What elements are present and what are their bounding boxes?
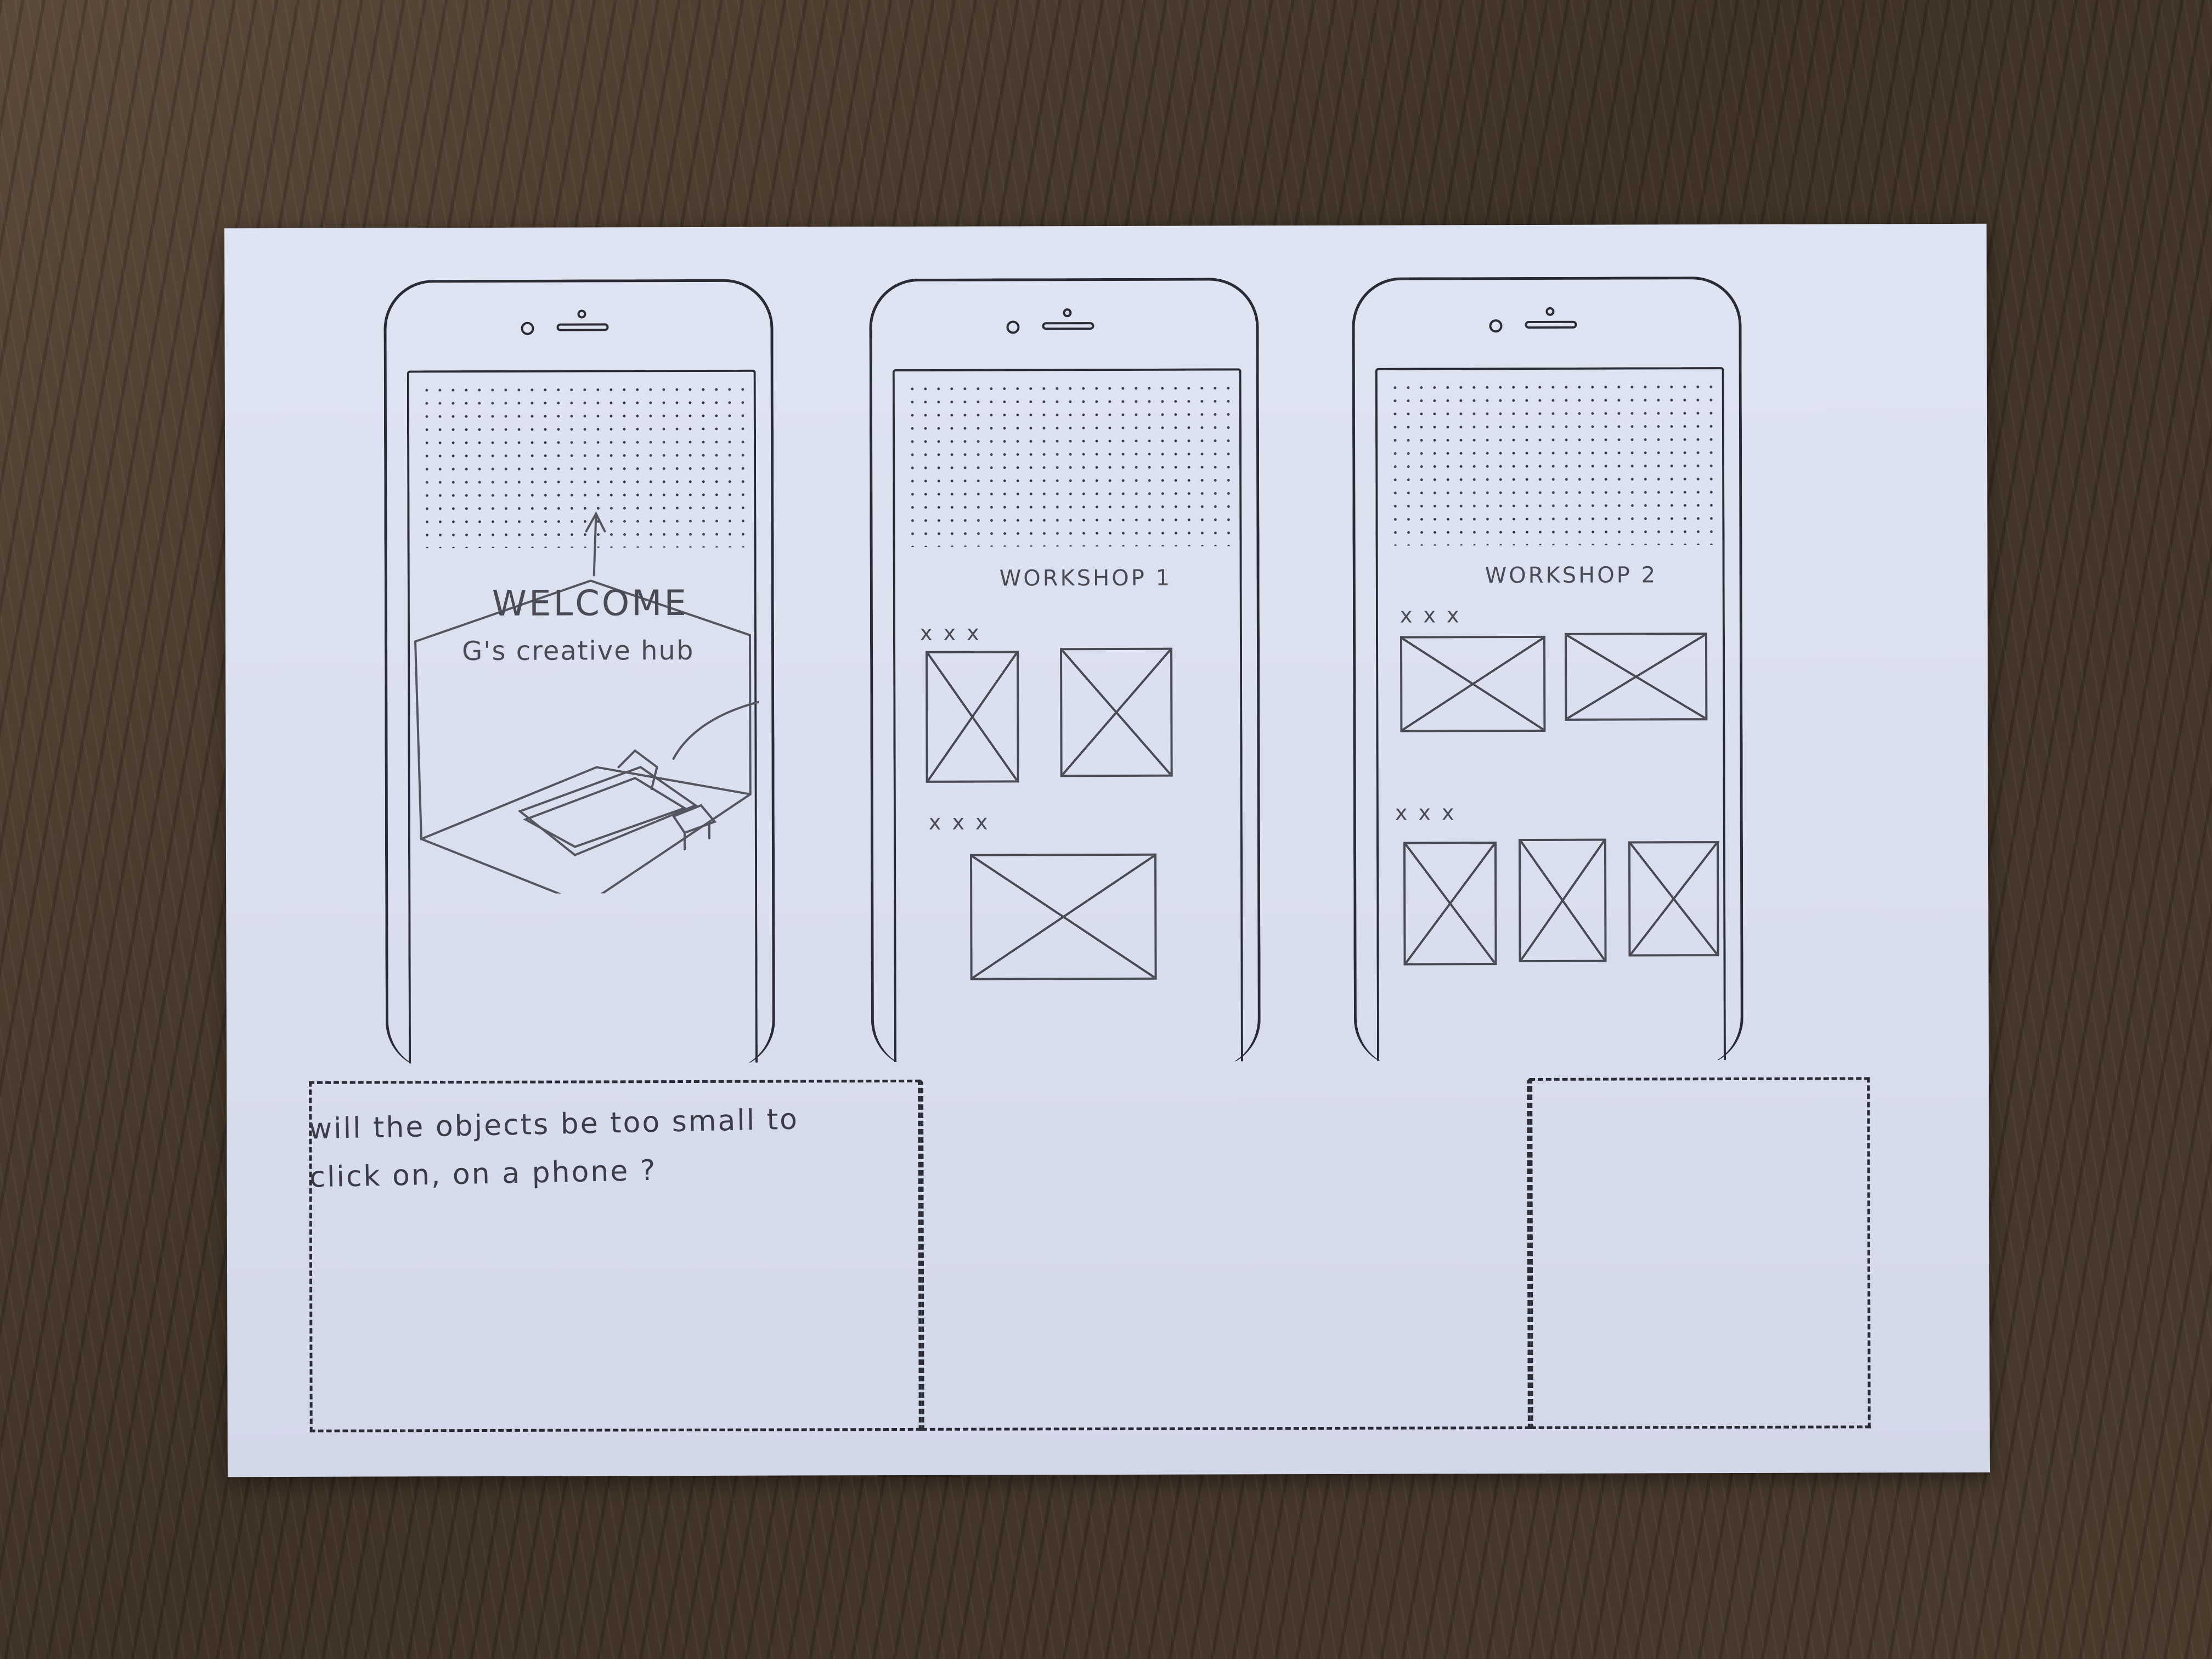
sensor-icon (1489, 319, 1502, 332)
image-placeholder[interactable] (1403, 842, 1497, 965)
image-placeholder[interactable] (1060, 648, 1173, 777)
welcome-subtitle: G's creative hub (461, 635, 695, 667)
sensor-icon (521, 322, 534, 335)
camera-icon (577, 309, 586, 318)
group-caption: x x x (919, 620, 981, 645)
handwritten-note: will the objects be too small to click o… (308, 1103, 799, 1194)
image-placeholder[interactable] (1400, 636, 1545, 732)
screen-workshop-1: WORKSHOP 1 x x x x x x (893, 368, 1243, 1071)
screen-title: WORKSHOP 2 (1485, 562, 1658, 589)
screen-welcome: WELCOME G's creative hub (407, 370, 758, 1073)
group-caption: x x x (1395, 800, 1457, 825)
screen-workshop-2: WORKSHOP 2 x x x x x x (1375, 367, 1726, 1070)
note-panel-2 (921, 1077, 1531, 1431)
screen-title: WORKSHOP 1 (999, 565, 1172, 591)
room-sketch (409, 509, 759, 894)
image-placeholder[interactable] (1565, 633, 1707, 721)
note-panel-3 (1530, 1077, 1871, 1429)
speaker-icon (556, 323, 608, 331)
group-caption: x x x (928, 810, 990, 834)
camera-icon (1063, 308, 1071, 317)
hero-image-placeholder (1389, 380, 1714, 546)
paper-sheet: WELCOME G's creative hub WORKSHOP 1 x x … (224, 223, 1990, 1477)
sensor-icon (1006, 320, 1019, 334)
camera-icon (1545, 307, 1554, 316)
speaker-icon (1525, 321, 1577, 329)
hero-image-placeholder (906, 381, 1231, 547)
image-placeholder[interactable] (926, 651, 1019, 782)
speaker-icon (1042, 322, 1094, 330)
welcome-title: WELCOME (492, 583, 689, 624)
group-caption: x x x (1400, 603, 1462, 628)
image-placeholder[interactable] (1519, 839, 1607, 962)
phone-frame-welcome: WELCOME G's creative hub (383, 279, 775, 1070)
image-placeholder[interactable] (970, 854, 1157, 980)
image-placeholder[interactable] (1628, 841, 1719, 956)
phone-frame-workshop-2: WORKSHOP 2 x x x x x x (1352, 276, 1743, 1068)
phone-frame-workshop-1: WORKSHOP 1 x x x x x x (869, 278, 1261, 1069)
